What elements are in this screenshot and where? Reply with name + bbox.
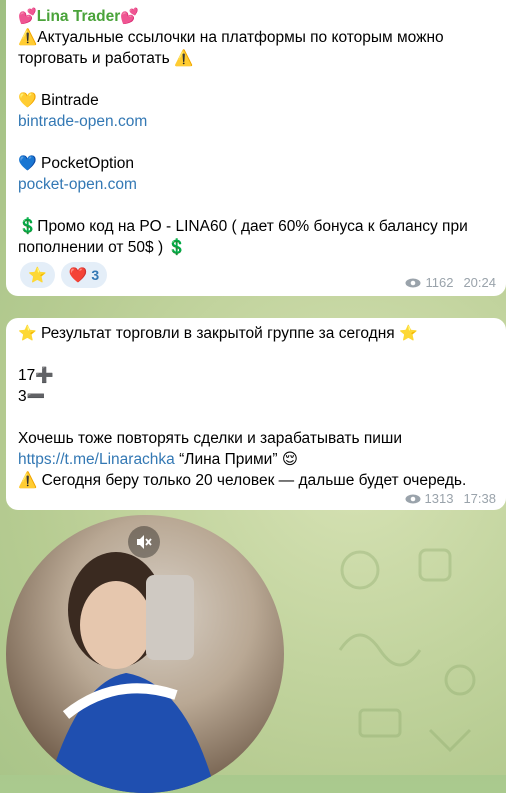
- promo-text-line: 💲Промо код на PO - LINA60 ( дает 60% бон…: [18, 218, 468, 235]
- contact-suffix: “Лина Прими” 😌: [174, 451, 298, 468]
- heart-icon: ❤️: [68, 265, 88, 284]
- hearts-icon: 💕: [18, 7, 37, 25]
- author-name[interactable]: Lina Trader: [37, 8, 121, 25]
- stat-losses: 3➖: [18, 386, 494, 407]
- platform-name: Bintrade: [41, 92, 99, 109]
- plus-icon: ➕: [35, 366, 54, 384]
- reactions-bar: ⭐ ❤️ 3: [20, 262, 108, 288]
- reaction-heart[interactable]: ❤️ 3: [60, 262, 108, 288]
- view-count: 1313: [424, 491, 454, 506]
- star-icon: ⭐: [28, 265, 47, 284]
- telegram-link[interactable]: https://t.me/Linarachka: [18, 451, 175, 468]
- cta-text: Хочешь тоже повторять сделки и зарабатыв…: [18, 430, 403, 447]
- view-count: 1162: [425, 275, 454, 290]
- platform-pocketoption: 💙 PocketOption: [18, 153, 494, 174]
- wallpaper-doodles: [338, 548, 476, 753]
- minus-icon: ➖: [26, 387, 46, 405]
- views-eye-icon: [405, 278, 421, 287]
- results-title-line: ⭐ Результат торговли в закрытой группе з…: [18, 323, 494, 344]
- promo-text-line: пополнении от 50$ ) 💲: [18, 239, 187, 256]
- wins-count: 17: [18, 367, 36, 384]
- contact-line: https://t.me/Linarachka “Лина Прими” 😌: [18, 449, 494, 470]
- hearts-icon: 💕: [120, 7, 139, 25]
- results-title: Результат торговли в закрытой группе за …: [41, 325, 395, 342]
- stat-wins: 17➕: [18, 365, 494, 386]
- message-meta: 1162 20:24: [405, 272, 496, 293]
- yellow-heart-icon: 💛: [18, 91, 37, 109]
- platform-bintrade: 💛 Bintrade: [18, 90, 494, 111]
- losses-count: 3: [18, 388, 27, 405]
- muted-speaker-icon: [137, 535, 152, 549]
- message-text-line: ⚠️Актуальные ссылочки на платформы по ко…: [18, 29, 444, 46]
- message-bubble-results[interactable]: ⭐ Результат торговли в закрытой группе з…: [6, 318, 506, 510]
- message-time: 20:24: [463, 275, 496, 290]
- bintrade-link[interactable]: bintrade-open.com: [18, 111, 494, 132]
- views-eye-icon: [405, 494, 421, 503]
- platform-name: PocketOption: [41, 155, 135, 172]
- reaction-count: 3: [91, 266, 100, 283]
- blue-heart-icon: 💙: [18, 154, 37, 172]
- message-meta: 1313 17:38: [405, 488, 496, 509]
- reaction-star[interactable]: ⭐: [20, 262, 55, 288]
- message-bubble-links[interactable]: 💕Lina Trader💕 ⚠️Актуальные ссылочки на п…: [6, 0, 506, 296]
- purple-star-icon: ⭐: [18, 324, 37, 342]
- message-author[interactable]: 💕Lina Trader💕: [18, 6, 494, 27]
- message-text-line: торговать и работать ⚠️: [18, 50, 194, 67]
- message-time: 17:38: [463, 491, 496, 506]
- mute-toggle[interactable]: [128, 526, 160, 558]
- purple-star-icon: ⭐: [398, 324, 418, 342]
- pocketoption-link[interactable]: pocket-open.com: [18, 174, 494, 195]
